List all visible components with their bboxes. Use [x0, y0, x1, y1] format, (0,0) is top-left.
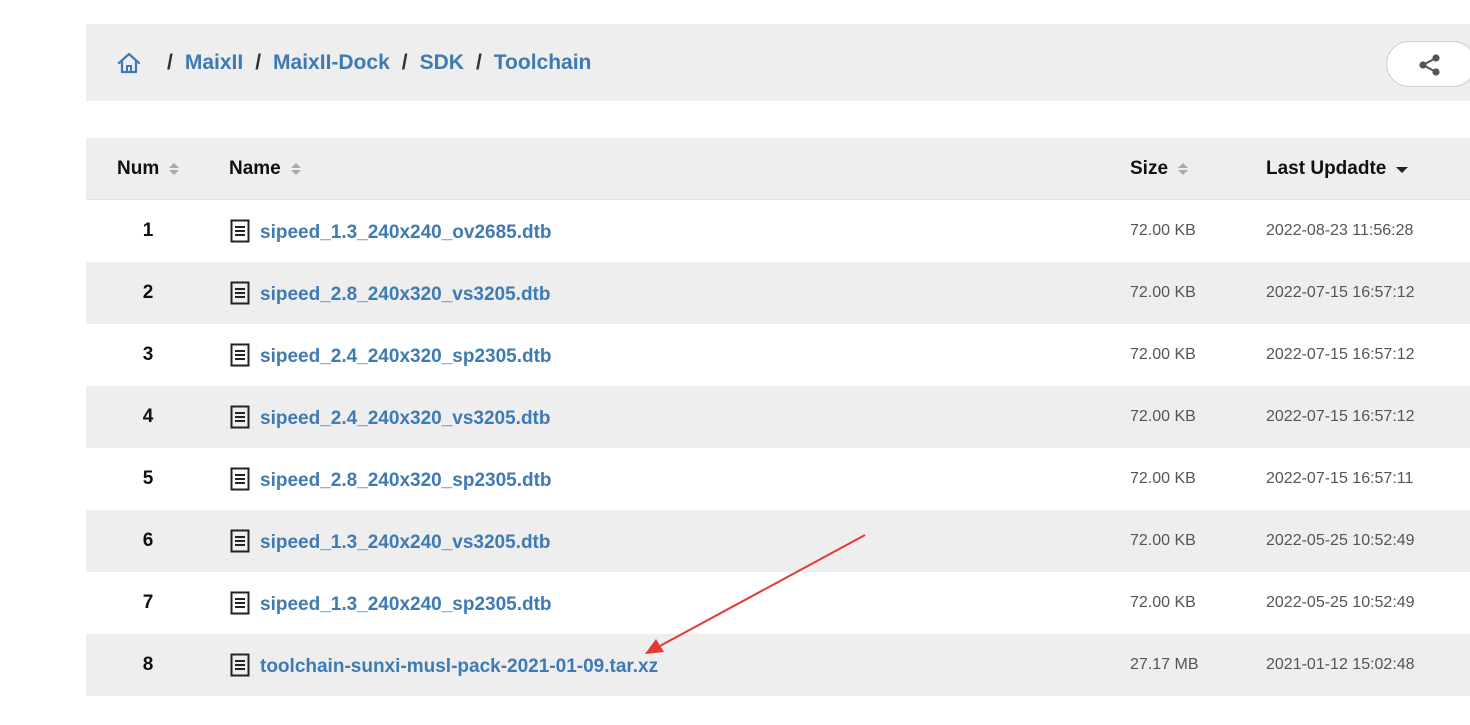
row-num: 7 — [142, 592, 154, 613]
table-row: 7 sipeed_1.3_240x240_sp2305.dtb 72.00 KB… — [86, 572, 1470, 634]
file-link[interactable]: sipeed_2.8_240x320_sp2305.dtb — [260, 466, 552, 492]
file-link[interactable]: sipeed_2.4_240x320_vs3205.dtb — [260, 404, 551, 430]
file-date: 2022-05-25 10:52:49 — [1266, 594, 1415, 611]
file-size: 27.17 MB — [1130, 656, 1199, 673]
file-date: 2022-08-23 11:56:28 — [1266, 222, 1414, 239]
row-num: 5 — [142, 468, 154, 489]
row-num: 4 — [142, 406, 154, 427]
file-icon — [230, 405, 250, 429]
file-icon — [230, 529, 250, 553]
column-header-num[interactable]: Num — [117, 138, 180, 199]
file-size: 72.00 KB — [1130, 470, 1196, 487]
home-link[interactable] — [117, 51, 141, 75]
file-link[interactable]: sipeed_1.3_240x240_sp2305.dtb — [260, 590, 552, 616]
breadcrumb-link-maixii-dock[interactable]: MaixII-Dock — [273, 51, 390, 75]
sort-icon — [1178, 162, 1189, 175]
file-cell: sipeed_1.3_240x240_ov2685.dtb — [230, 200, 552, 262]
breadcrumb-link-sdk[interactable]: SDK — [420, 51, 464, 75]
file-date: 2022-07-15 16:57:12 — [1266, 408, 1415, 425]
file-size: 72.00 KB — [1130, 284, 1196, 301]
breadcrumb-separator: / — [167, 50, 173, 74]
file-icon — [230, 467, 250, 491]
file-table: Num Name Size Last Updadte 1 sipeed_1.3_… — [86, 138, 1470, 696]
table-row: 1 sipeed_1.3_240x240_ov2685.dtb 72.00 KB… — [86, 200, 1470, 262]
column-label: Last Updadte — [1266, 157, 1387, 179]
file-size: 72.00 KB — [1130, 408, 1196, 425]
file-cell: sipeed_1.3_240x240_sp2305.dtb — [230, 572, 552, 634]
column-label: Num — [117, 157, 160, 179]
breadcrumb: / MaixII / MaixII-Dock / SDK / Toolchain — [117, 24, 591, 101]
column-header-date[interactable]: Last Updadte — [1266, 138, 1409, 199]
file-link[interactable]: toolchain-sunxi-musl-pack-2021-01-09.tar… — [260, 652, 658, 678]
file-icon — [230, 343, 250, 367]
breadcrumb-separator: / — [255, 50, 262, 74]
file-link[interactable]: sipeed_2.4_240x320_sp2305.dtb — [260, 342, 552, 368]
sort-icon — [290, 162, 301, 175]
row-num: 2 — [142, 282, 154, 303]
file-icon — [230, 653, 250, 677]
row-num: 1 — [142, 220, 154, 241]
column-label: Name — [229, 157, 281, 179]
row-num: 8 — [142, 654, 154, 675]
file-cell: toolchain-sunxi-musl-pack-2021-01-09.tar… — [230, 634, 658, 696]
share-icon — [1419, 54, 1440, 76]
table-row: 2 sipeed_2.8_240x320_vs3205.dtb 72.00 KB… — [86, 262, 1470, 324]
column-header-size[interactable]: Size — [1130, 138, 1189, 199]
file-cell: sipeed_2.4_240x320_sp2305.dtb — [230, 324, 552, 386]
file-cell: sipeed_1.3_240x240_vs3205.dtb — [230, 510, 551, 572]
file-cell: sipeed_2.4_240x320_vs3205.dtb — [230, 386, 551, 448]
table-body: 1 sipeed_1.3_240x240_ov2685.dtb 72.00 KB… — [86, 200, 1470, 696]
file-link[interactable]: sipeed_1.3_240x240_ov2685.dtb — [260, 218, 552, 244]
file-size: 72.00 KB — [1130, 222, 1196, 239]
file-size: 72.00 KB — [1130, 532, 1196, 549]
file-date: 2022-07-15 16:57:11 — [1266, 470, 1414, 487]
file-size: 72.00 KB — [1130, 594, 1196, 611]
table-row: 4 sipeed_2.4_240x320_vs3205.dtb 72.00 KB… — [86, 386, 1470, 448]
file-icon — [230, 281, 250, 305]
file-cell: sipeed_2.8_240x320_vs3205.dtb — [230, 262, 551, 324]
home-icon — [117, 52, 141, 73]
file-date: 2022-07-15 16:57:12 — [1266, 284, 1415, 301]
file-icon — [230, 219, 250, 243]
file-date: 2022-07-15 16:57:12 — [1266, 346, 1415, 363]
file-date: 2022-05-25 10:52:49 — [1266, 532, 1415, 549]
file-date: 2021-01-12 15:02:48 — [1266, 656, 1415, 673]
column-header-name[interactable]: Name — [229, 138, 301, 199]
file-link[interactable]: sipeed_1.3_240x240_vs3205.dtb — [260, 528, 551, 554]
file-link[interactable]: sipeed_2.8_240x320_vs3205.dtb — [260, 280, 551, 306]
sort-icon — [169, 162, 180, 175]
column-label: Size — [1130, 157, 1169, 179]
table-header: Num Name Size Last Updadte — [86, 138, 1470, 200]
table-row: 6 sipeed_1.3_240x240_vs3205.dtb 72.00 KB… — [86, 510, 1470, 572]
file-cell: sipeed_2.8_240x320_sp2305.dtb — [230, 448, 552, 510]
file-icon — [230, 591, 250, 615]
breadcrumb-link-maixii[interactable]: MaixII — [185, 51, 243, 75]
share-button[interactable] — [1386, 41, 1470, 87]
table-row: 3 sipeed_2.4_240x320_sp2305.dtb 72.00 KB… — [86, 324, 1470, 386]
breadcrumb-separator: / — [475, 50, 482, 74]
sort-desc-icon — [1396, 165, 1409, 173]
breadcrumb-bar: / MaixII / MaixII-Dock / SDK / Toolchain — [86, 24, 1470, 101]
breadcrumb-separator: / — [401, 50, 408, 74]
file-size: 72.00 KB — [1130, 346, 1196, 363]
breadcrumb-link-toolchain[interactable]: Toolchain — [494, 51, 592, 75]
row-num: 3 — [142, 344, 154, 365]
row-num: 6 — [142, 530, 154, 551]
table-row: 8 toolchain-sunxi-musl-pack-2021-01-09.t… — [86, 634, 1470, 696]
table-row: 5 sipeed_2.8_240x320_sp2305.dtb 72.00 KB… — [86, 448, 1470, 510]
